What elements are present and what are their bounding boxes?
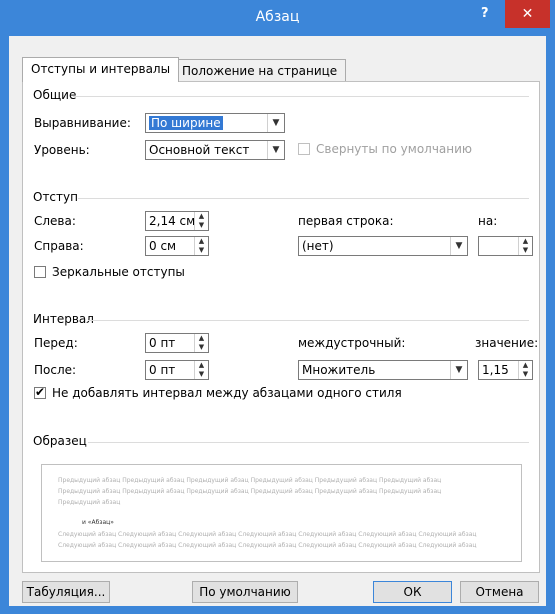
preview-prev-line: Предыдущий абзац Предыдущий абзац Предыд…: [58, 488, 442, 495]
tab-page-position[interactable]: Положение на странице: [173, 59, 347, 82]
cancel-button[interactable]: Отмена: [460, 581, 539, 603]
spin-down-icon[interactable]: ▼: [520, 246, 531, 254]
line-spacing-amount: 1,15: [482, 363, 509, 377]
general-heading: Общие: [33, 88, 77, 102]
right-indent-spinner[interactable]: 0 см ▲ ▼: [145, 236, 209, 256]
collapsed-label: Свернуты по умолчанию: [316, 142, 473, 156]
left-indent-spinner[interactable]: 2,14 см ▲ ▼: [145, 211, 209, 231]
dialog-title: Абзац: [255, 9, 300, 25]
left-indent-value: 2,14 см: [149, 214, 196, 228]
alignment-select[interactable]: По ширине ▼: [145, 113, 285, 133]
first-line-label: первая строка:: [298, 214, 394, 228]
preview-box: Предыдущий абзац Предыдущий абзац Предыд…: [41, 464, 522, 562]
spin-up-icon[interactable]: ▲: [196, 334, 207, 342]
preview-heading: Образец: [33, 434, 87, 448]
preview-next-line: Следующий абзац Следующий абзац Следующи…: [58, 542, 477, 549]
tab-indents-spacing-label: Отступы и интервалы: [31, 62, 171, 76]
spin-up-icon[interactable]: ▲: [520, 237, 531, 245]
alignment-value: По ширине: [149, 116, 223, 130]
line-spacing-value-spinner[interactable]: 1,15 ▲ ▼: [478, 360, 533, 380]
spin-up-icon[interactable]: ▲: [196, 212, 207, 220]
preview-prev-line: Предыдущий абзац Предыдущий абзац Предыд…: [58, 477, 442, 484]
help-button[interactable]: ?: [481, 6, 489, 21]
spin-down-icon[interactable]: ▼: [520, 370, 531, 378]
after-label: После:: [34, 363, 77, 377]
spin-down-icon[interactable]: ▼: [196, 221, 207, 229]
dialog-client: Отступы и интервалы Положение на страниц…: [9, 36, 546, 606]
on-label: на:: [478, 214, 498, 228]
preview-next-line: Следующий абзац Следующий абзац Следующи…: [58, 531, 477, 538]
indent-divider: [78, 198, 529, 199]
after-value: 0 пт: [149, 363, 176, 377]
chevron-down-icon: ▼: [267, 114, 284, 132]
tab-page-position-label: Положение на странице: [182, 64, 338, 78]
right-indent-value: 0 см: [149, 239, 177, 253]
no-space-checkbox[interactable]: [34, 385, 46, 399]
tab-panel: Общие Выравнивание: По ширине ▼ Уровень:…: [22, 81, 540, 573]
spin-up-icon[interactable]: ▲: [196, 361, 207, 369]
left-indent-label: Слева:: [34, 214, 76, 228]
preview-divider: [88, 442, 529, 443]
before-spinner[interactable]: 0 пт ▲ ▼: [145, 333, 209, 353]
level-value: Основной текст: [149, 143, 250, 157]
first-line-select[interactable]: (нет) ▼: [298, 236, 468, 256]
level-select[interactable]: Основной текст ▼: [145, 140, 285, 160]
tab-indents-spacing[interactable]: Отступы и интервалы: [22, 57, 180, 82]
preview-current-line: и «Абзац»: [82, 519, 114, 526]
alignment-label: Выравнивание:: [34, 116, 131, 130]
dialog-frame: Абзац ? ✕ Отступы и интервалы Положение …: [0, 0, 555, 614]
line-spacing-value: Множитель: [302, 363, 376, 377]
spin-down-icon[interactable]: ▼: [196, 370, 207, 378]
line-spacing-select[interactable]: Множитель ▼: [298, 360, 468, 380]
right-indent-label: Справа:: [34, 239, 84, 253]
set-default-button[interactable]: По умолчанию: [192, 581, 298, 603]
no-space-label: Не добавлять интервал между абзацами одн…: [52, 386, 402, 400]
spacing-divider: [88, 320, 529, 321]
chevron-down-icon: ▼: [267, 141, 284, 159]
chevron-down-icon: ▼: [450, 361, 467, 379]
line-spacing-label: междустрочный:: [298, 336, 406, 350]
spin-up-icon[interactable]: ▲: [196, 237, 207, 245]
spacing-heading: Интервал: [33, 312, 94, 326]
collapsed-checkbox[interactable]: [298, 143, 310, 155]
chevron-down-icon: ▼: [450, 237, 467, 255]
preview-prev-line: Предыдущий абзац: [58, 499, 121, 506]
spin-down-icon[interactable]: ▼: [196, 246, 207, 254]
indent-heading: Отступ: [33, 190, 78, 204]
spin-up-icon[interactable]: ▲: [520, 361, 531, 369]
mirror-indents-label: Зеркальные отступы: [52, 265, 185, 279]
spin-down-icon[interactable]: ▼: [196, 343, 207, 351]
ok-button[interactable]: ОК: [373, 581, 452, 603]
value-label: значение:: [475, 336, 539, 350]
before-value: 0 пт: [149, 336, 176, 350]
after-spinner[interactable]: 0 пт ▲ ▼: [145, 360, 209, 380]
general-divider: [73, 96, 529, 97]
title-bar[interactable]: Абзац ? ✕: [0, 0, 555, 36]
first-line-value: (нет): [302, 239, 334, 253]
close-button[interactable]: ✕: [505, 0, 550, 28]
mirror-indents-checkbox[interactable]: [34, 266, 46, 278]
before-label: Перед:: [34, 336, 78, 350]
tabs-button[interactable]: Табуляция...: [22, 581, 110, 603]
level-label: Уровень:: [34, 143, 90, 157]
first-line-amount-spinner[interactable]: ▲ ▼: [478, 236, 533, 256]
close-icon: ✕: [521, 6, 534, 22]
